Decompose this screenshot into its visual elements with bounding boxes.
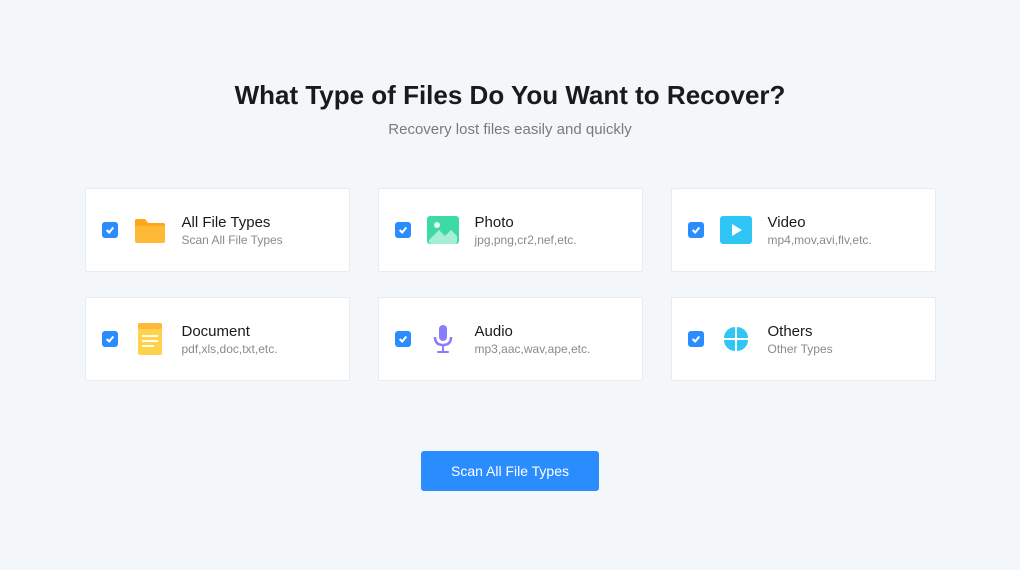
card-title: Others — [768, 323, 833, 340]
card-video[interactable]: Video mp4,mov,avi,flv,etc. — [671, 188, 936, 272]
card-sub: jpg,png,cr2,nef,etc. — [475, 233, 577, 247]
check-icon — [105, 334, 115, 344]
checkbox-photo[interactable] — [395, 222, 411, 238]
card-sub: Other Types — [768, 342, 833, 356]
page-subtitle: Recovery lost files easily and quickly — [0, 121, 1020, 138]
card-title: Photo — [475, 214, 577, 231]
check-icon — [398, 334, 408, 344]
card-sub: pdf,xls,doc,txt,etc. — [182, 342, 278, 356]
card-title: Video — [768, 214, 872, 231]
check-icon — [691, 225, 701, 235]
card-all-file-types[interactable]: All File Types Scan All File Types — [85, 188, 350, 272]
check-icon — [105, 225, 115, 235]
video-icon — [718, 212, 754, 248]
check-icon — [691, 334, 701, 344]
file-type-grid: All File Types Scan All File Types Photo… — [0, 188, 1020, 381]
photo-icon — [425, 212, 461, 248]
checkbox-video[interactable] — [688, 222, 704, 238]
card-title: All File Types — [182, 214, 283, 231]
card-sub: Scan All File Types — [182, 233, 283, 247]
scan-button[interactable]: Scan All File Types — [421, 451, 599, 491]
checkbox-others[interactable] — [688, 331, 704, 347]
card-others[interactable]: Others Other Types — [671, 297, 936, 381]
card-audio[interactable]: Audio mp3,aac,wav,ape,etc. — [378, 297, 643, 381]
document-icon — [132, 321, 168, 357]
check-icon — [398, 225, 408, 235]
card-document[interactable]: Document pdf,xls,doc,txt,etc. — [85, 297, 350, 381]
card-text: Document pdf,xls,doc,txt,etc. — [182, 323, 278, 356]
main-container: What Type of Files Do You Want to Recove… — [0, 0, 1020, 491]
card-sub: mp3,aac,wav,ape,etc. — [475, 342, 591, 356]
checkbox-document[interactable] — [102, 331, 118, 347]
card-text: Photo jpg,png,cr2,nef,etc. — [475, 214, 577, 247]
folder-icon — [132, 212, 168, 248]
others-icon — [718, 321, 754, 357]
card-title: Audio — [475, 323, 591, 340]
card-sub: mp4,mov,avi,flv,etc. — [768, 233, 872, 247]
card-title: Document — [182, 323, 278, 340]
page-title: What Type of Files Do You Want to Recove… — [0, 80, 1020, 111]
card-text: Others Other Types — [768, 323, 833, 356]
checkbox-audio[interactable] — [395, 331, 411, 347]
microphone-icon — [425, 321, 461, 357]
card-text: All File Types Scan All File Types — [182, 214, 283, 247]
card-text: Video mp4,mov,avi,flv,etc. — [768, 214, 872, 247]
card-text: Audio mp3,aac,wav,ape,etc. — [475, 323, 591, 356]
checkbox-all[interactable] — [102, 222, 118, 238]
card-photo[interactable]: Photo jpg,png,cr2,nef,etc. — [378, 188, 643, 272]
